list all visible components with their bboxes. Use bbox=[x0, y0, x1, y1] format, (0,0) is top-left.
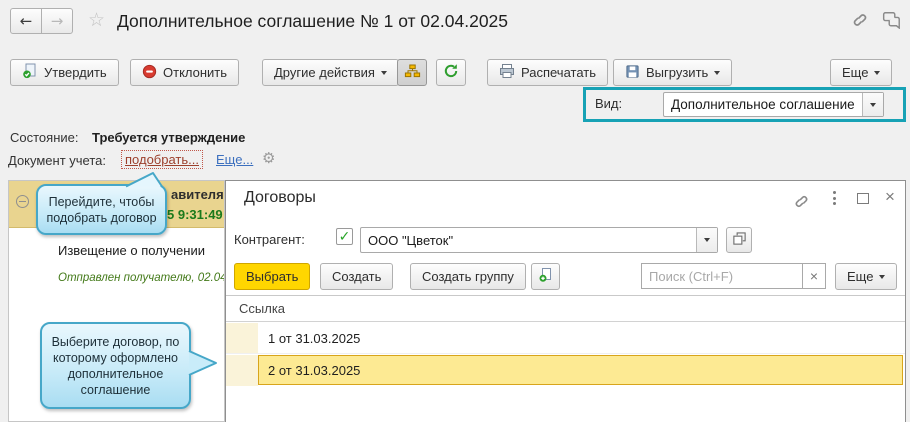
create-by-copy-button[interactable] bbox=[531, 263, 560, 290]
forward-button[interactable]: → bbox=[41, 8, 73, 34]
favorite-star-icon[interactable]: ☆ bbox=[88, 9, 105, 31]
dropdown-arrow-icon bbox=[704, 238, 710, 242]
contracts-dialog: Договоры × Контрагент: ✓ ООО "Цветок" bbox=[225, 180, 906, 422]
back-button[interactable]: ← bbox=[10, 8, 42, 34]
create-group-label: Создать группу bbox=[422, 269, 514, 284]
dialog-menu-dots-icon[interactable] bbox=[833, 191, 836, 205]
create-button[interactable]: Создать bbox=[320, 263, 393, 290]
row-marker-cell bbox=[226, 355, 258, 386]
table-header-row[interactable]: Ссылка bbox=[226, 296, 905, 322]
counterparty-combobox[interactable]: ООО "Цветок" bbox=[360, 227, 718, 253]
table-header-label: Ссылка bbox=[239, 301, 285, 316]
row-marker-cell bbox=[226, 323, 258, 353]
dialog-link-icon[interactable] bbox=[792, 193, 811, 213]
back-arrow-icon: ← bbox=[20, 12, 33, 30]
other-actions-label: Другие действия bbox=[274, 65, 375, 80]
discussions-icon[interactable] bbox=[882, 11, 902, 32]
search-clear-icon[interactable]: × bbox=[802, 264, 825, 288]
forward-arrow-icon: → bbox=[51, 12, 64, 30]
view-field-combobox[interactable]: Дополнительное соглашение bbox=[663, 92, 884, 117]
reject-button[interactable]: Отклонить bbox=[130, 59, 239, 86]
reject-label: Отклонить bbox=[163, 65, 227, 80]
select-button[interactable]: Выбрать bbox=[234, 263, 310, 290]
tooltip-text: Перейдите, чтобы подобрать договор bbox=[45, 194, 158, 226]
refresh-icon bbox=[443, 63, 459, 82]
dialog-more-button[interactable]: Еще bbox=[835, 263, 897, 290]
gear-icon[interactable]: ⚙ bbox=[262, 149, 275, 167]
status-value: Требуется утверждение bbox=[92, 130, 245, 145]
page-title: Дополнительное соглашение № 1 от 02.04.2… bbox=[117, 11, 508, 32]
counterparty-value: ООО "Цветок" bbox=[368, 228, 453, 252]
accounting-doc-more-link[interactable]: Еще... bbox=[216, 152, 253, 167]
document-flow-button[interactable] bbox=[397, 59, 427, 86]
pick-document-link[interactable]: подобрать... bbox=[121, 150, 203, 169]
collapse-icon[interactable] bbox=[16, 195, 29, 208]
refresh-button[interactable] bbox=[436, 59, 466, 86]
main-window: ← → ☆ Дополнительное соглашение № 1 от 0… bbox=[0, 0, 910, 422]
search-input[interactable] bbox=[649, 264, 799, 288]
view-field-dropdown-button[interactable] bbox=[862, 93, 883, 116]
tooltip-text: Выберите договор, по которому оформлено … bbox=[49, 334, 182, 398]
tooltip-pick-contract: Перейдите, чтобы подобрать договор bbox=[36, 184, 167, 235]
counterparty-open-button[interactable] bbox=[726, 227, 752, 253]
search-box: × bbox=[641, 263, 826, 289]
export-button[interactable]: Выгрузить bbox=[613, 59, 732, 86]
dropdown-arrow-icon bbox=[870, 103, 876, 107]
dialog-close-icon[interactable]: × bbox=[885, 187, 895, 207]
more-button[interactable]: Еще bbox=[830, 59, 892, 86]
export-label: Выгрузить bbox=[646, 65, 708, 80]
document-plus-icon bbox=[538, 267, 554, 286]
counterparty-dropdown-button[interactable] bbox=[696, 228, 717, 252]
print-button[interactable]: Распечатать bbox=[487, 59, 608, 86]
reject-icon bbox=[142, 64, 157, 82]
counterparty-checkbox[interactable]: ✓ bbox=[336, 228, 353, 245]
view-field-value: Дополнительное соглашение bbox=[671, 93, 855, 116]
edo-notice-line: Извещение о получении bbox=[58, 243, 205, 258]
open-window-icon bbox=[732, 231, 747, 249]
approve-label: Утвердить bbox=[44, 65, 107, 80]
tooltip-select-contract: Выберите договор, по которому оформлено … bbox=[40, 322, 191, 409]
dropdown-arrow-icon bbox=[879, 275, 885, 279]
edo-sent-status: Отправлен получателю, 02.04 bbox=[58, 272, 225, 284]
row-text: 2 от 31.03.2025 bbox=[268, 355, 360, 386]
checkmark-icon: ✓ bbox=[339, 229, 351, 243]
status-label: Состояние: bbox=[10, 130, 78, 145]
save-floppy-icon bbox=[625, 64, 640, 82]
row-text: 1 от 31.03.2025 bbox=[268, 323, 360, 353]
select-label: Выбрать bbox=[246, 269, 298, 284]
table-row[interactable]: 1 от 31.03.2025 bbox=[226, 323, 905, 354]
table-row-selected[interactable]: 2 от 31.03.2025 bbox=[226, 355, 905, 386]
contracts-table: Ссылка 1 от 31.03.2025 2 от 31.03.2025 bbox=[226, 295, 905, 422]
dropdown-arrow-icon bbox=[381, 71, 387, 75]
dialog-more-label: Еще bbox=[847, 269, 873, 284]
counterparty-label: Контрагент: bbox=[234, 232, 305, 247]
more-label: Еще bbox=[842, 65, 868, 80]
tooltip-pointer-right-icon bbox=[188, 348, 219, 378]
dialog-maximize-icon[interactable] bbox=[857, 193, 869, 204]
create-label: Создать bbox=[332, 269, 381, 284]
dialog-title: Договоры bbox=[244, 189, 316, 207]
get-link-icon[interactable] bbox=[850, 11, 870, 32]
org-chart-icon bbox=[404, 63, 421, 82]
create-group-button[interactable]: Создать группу bbox=[410, 263, 526, 290]
other-actions-button[interactable]: Другие действия bbox=[262, 59, 399, 86]
approve-button[interactable]: Утвердить bbox=[10, 59, 119, 86]
edo-stage-title-fragment: авителя bbox=[171, 187, 224, 202]
print-label: Распечатать bbox=[521, 65, 596, 80]
view-field-highlight: Вид: Дополнительное соглашение bbox=[583, 87, 906, 122]
tooltip-pointer-up-icon bbox=[122, 171, 166, 187]
dropdown-arrow-icon bbox=[714, 71, 720, 75]
accounting-doc-label: Документ учета: bbox=[8, 153, 106, 168]
printer-icon bbox=[499, 63, 515, 82]
edo-stage-datetime: 5 9:31:49 bbox=[167, 207, 223, 222]
approve-doc-check-icon bbox=[22, 63, 38, 82]
dropdown-arrow-icon bbox=[874, 71, 880, 75]
view-field-label: Вид: bbox=[595, 96, 622, 111]
